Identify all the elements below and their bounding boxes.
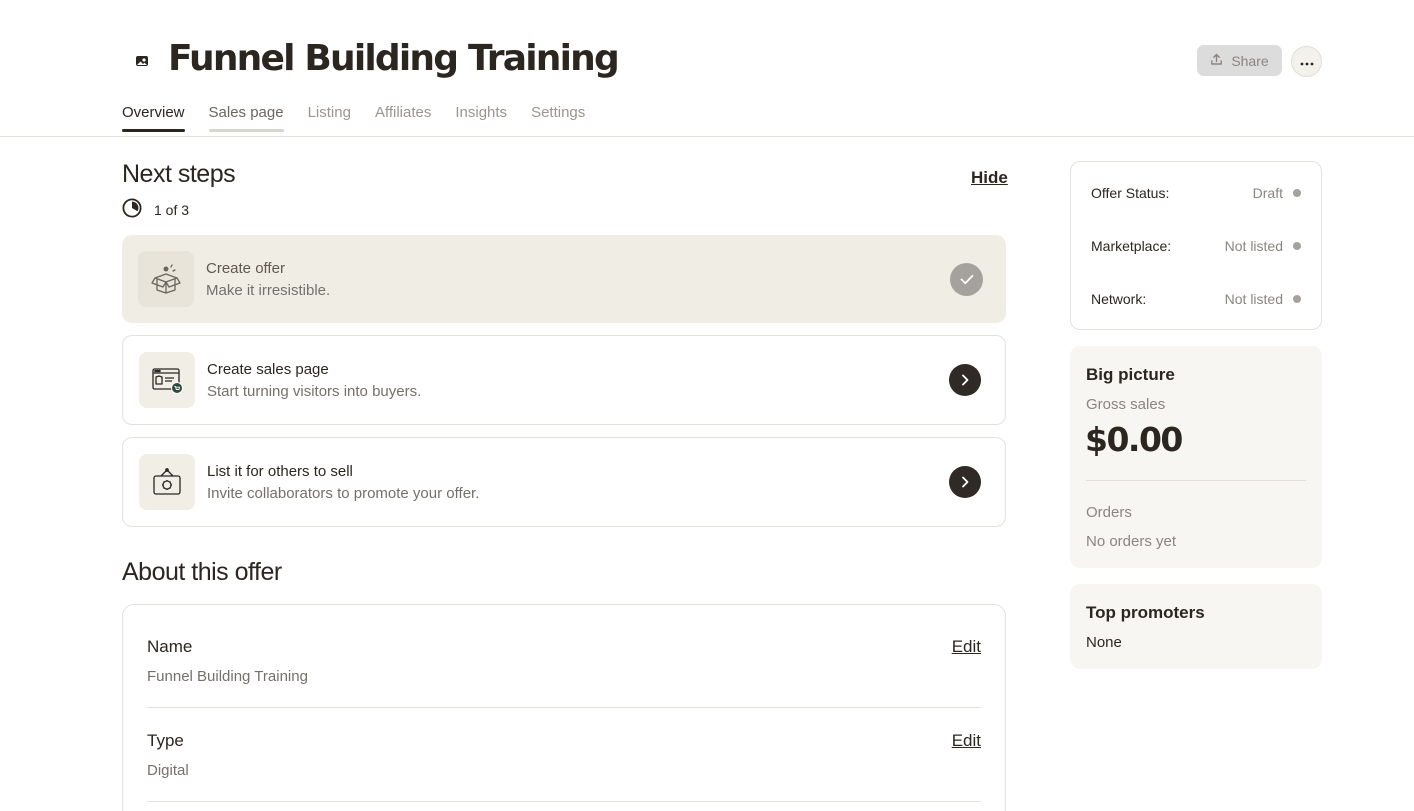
share-label: Share [1231,52,1269,69]
tab-bar: Overview Sales page Listing Affiliates I… [122,104,585,132]
step-title: Create offer [206,259,285,277]
marketplace-sign-icon [139,454,195,510]
status-row-offer: Offer Status: Draft [1091,185,1301,201]
next-steps-progress: 1 of 3 [122,198,189,221]
step-text: Create offer Make it irresistible. [206,260,330,299]
chevron-right-icon[interactable] [949,466,981,498]
status-label: Network: [1091,291,1147,307]
field-value: Digital [147,762,189,779]
open-box-icon [138,251,194,307]
field-label: Name [147,637,193,656]
field-name: Name Funnel Building Training Edit [147,637,981,685]
share-button[interactable]: Share [1197,45,1282,76]
step-subtitle: Invite collaborators to promote your off… [207,484,480,502]
sales-page-icon [139,352,195,408]
edit-name-link[interactable]: Edit [952,637,981,657]
status-dot [1293,242,1301,250]
gross-sales-label: Gross sales [1086,396,1166,413]
more-options-button[interactable] [1291,46,1322,77]
about-title: About this offer [122,558,282,586]
step-subtitle: Make it irresistible. [206,281,331,299]
orders-value: No orders yet [1086,533,1177,550]
tab-affiliates[interactable]: Affiliates [375,104,431,131]
upload-icon [1210,53,1223,69]
status-card: Offer Status: Draft Marketplace: Not lis… [1070,161,1322,330]
divider [147,707,981,708]
step-list-for-others[interactable]: List it for others to sell Invite collab… [122,437,1006,527]
tab-insights[interactable]: Insights [455,104,507,131]
tab-listing[interactable]: Listing [308,104,351,131]
step-text: List it for others to sell Invite collab… [207,463,479,502]
about-card: Name Funnel Building Training Edit Type … [122,604,1006,811]
divider [1086,480,1306,481]
field-type: Type Digital Edit [147,731,981,779]
status-row-network: Network: Not listed [1091,291,1301,307]
page-header: Funnel Building Training Share Overview … [0,0,1414,137]
status-text: Not listed [1224,238,1283,254]
edit-type-link[interactable]: Edit [952,731,981,751]
status-dot [1293,295,1301,303]
gross-sales-value: $0.00 [1085,420,1183,459]
next-steps-title: Next steps [122,160,236,188]
field-value: Funnel Building Training [147,668,308,685]
step-create-sales-page[interactable]: Create sales page Start turning visitors… [122,335,1006,425]
step-title: Create sales page [207,360,329,378]
status-dot [1293,189,1301,197]
hide-next-steps-link[interactable]: Hide [971,168,1008,188]
check-icon [950,262,983,296]
page-title: Funnel Building Training [168,38,620,79]
divider [147,801,981,802]
tab-settings[interactable]: Settings [531,104,585,131]
top-promoters-card: Top promoters None [1070,584,1322,669]
big-picture-title: Big picture [1086,365,1175,384]
step-title: List it for others to sell [207,462,353,480]
field-label: Type [147,731,184,750]
status-value: Not listed [1225,238,1301,254]
big-picture-card: Big picture Gross sales $0.00 Orders No … [1070,346,1322,568]
status-text: Not listed [1224,291,1283,307]
orders-label: Orders [1086,504,1132,521]
step-create-offer[interactable]: Create offer Make it irresistible. [122,235,1006,323]
top-promoters-value: None [1086,634,1122,651]
step-subtitle: Start turning visitors into buyers. [207,382,422,400]
status-label: Offer Status: [1091,185,1170,201]
ellipsis-icon [1300,54,1314,69]
step-text: Create sales page Start turning visitors… [207,361,421,400]
tab-sales-page[interactable]: Sales page [208,104,284,132]
top-promoters-title: Top promoters [1086,603,1205,622]
chevron-right-icon[interactable] [949,364,981,396]
status-text: Draft [1252,185,1283,201]
status-value: Not listed [1225,291,1301,307]
status-value: Draft [1253,185,1301,201]
progress-pie-icon [122,198,142,221]
progress-text: 1 of 3 [154,201,190,218]
tab-overview[interactable]: Overview [122,104,185,132]
status-row-marketplace: Marketplace: Not listed [1091,238,1301,254]
status-label: Marketplace: [1091,238,1172,254]
image-icon[interactable] [134,53,150,69]
